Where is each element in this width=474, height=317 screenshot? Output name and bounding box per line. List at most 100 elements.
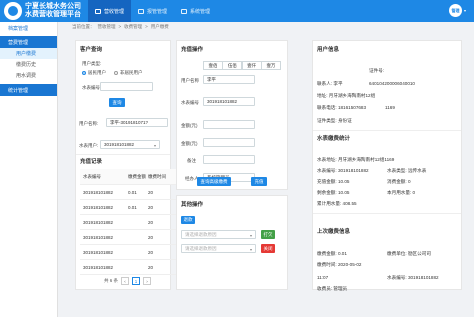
revenue-icon: [95, 8, 101, 14]
cell: 0.01: [128, 189, 137, 195]
amount-preset-button[interactable]: 壹仟: [241, 61, 262, 70]
radio-label: 非居民用户: [120, 70, 143, 75]
other-ops-title: 其他操作: [181, 202, 204, 208]
arrears-button[interactable]: 打欠: [261, 230, 275, 239]
prev-page-button[interactable]: ‹: [121, 277, 130, 285]
charge-meter-input[interactable]: 301918101882: [203, 97, 255, 106]
meter-type-row: 水表类型: 远传水表: [387, 168, 426, 174]
radio-resident[interactable]: 居民用户: [82, 70, 106, 76]
meter-no-input[interactable]: [100, 82, 153, 91]
info-value: 1169: [385, 105, 395, 110]
id-number-value: 640104200006040010: [369, 81, 415, 86]
charge-panel: 充值操作 壹佰 伍佰 壹仟 壹万 用户名称 李平 水表编号 3019181018…: [176, 40, 288, 190]
charge-button[interactable]: 充值: [251, 177, 267, 186]
cell: 20: [148, 189, 154, 195]
breadcrumb-item[interactable]: 营收管理: [98, 24, 116, 30]
info-key: 本月用水量:: [387, 190, 412, 195]
charge-name-input[interactable]: 李平: [203, 75, 255, 84]
radio-label: 居民用户: [88, 70, 106, 75]
sidebar-group-billing[interactable]: 营费管理: [0, 36, 57, 48]
sidebar-item-label: 用水调费: [16, 73, 37, 79]
info-value: 勘区公司司: [407, 251, 431, 256]
next-page-button[interactable]: ›: [143, 277, 152, 285]
nav-system-label: 系统管理: [190, 8, 211, 15]
chevron-down-icon: ▾: [153, 143, 156, 148]
close-button[interactable]: 关闭: [261, 244, 275, 253]
info-value: 18161507683: [337, 105, 367, 110]
cashier-row: 收费员: 管理员: [317, 286, 347, 292]
breadcrumb-current: 用户缴费: [150, 24, 169, 29]
sidebar-group-archives[interactable]: 档案管理: [0, 22, 57, 34]
phone-row: 联系电话: 18161507683: [317, 105, 366, 111]
info-key: 联系人:: [317, 81, 333, 86]
search-button[interactable]: 查询: [109, 98, 125, 107]
cell: 20: [148, 249, 154, 255]
meter-user-select[interactable]: 301918101882 ▾: [100, 140, 160, 149]
sidebar-group-label: 统计管理: [8, 87, 29, 94]
amount-label: 金额(元): [181, 123, 198, 128]
amount-preset-button[interactable]: 壹万: [260, 61, 281, 70]
breadcrumb-item[interactable]: 收费管理: [124, 24, 142, 30]
cell: 20: [148, 204, 154, 210]
brand-line-2: 水费营收管理平台: [25, 11, 81, 18]
amount-preset-button[interactable]: 伍佰: [222, 61, 243, 70]
last-amount-row: 缴费金额: 0.01: [317, 251, 347, 257]
nav-revenue[interactable]: 营收管理: [88, 0, 132, 22]
refund-tag-button[interactable]: 退款: [181, 216, 195, 224]
info-value: 月牙湖乡海陶南村12组1169: [337, 157, 395, 162]
table-row: 301918101882 0.01 20: [80, 185, 178, 200]
sidebar-group-stats[interactable]: 统计管理: [0, 84, 57, 96]
address-row: 地址: 月牙湖乡海陶南村12组: [317, 93, 375, 99]
close-reason-select[interactable]: 请选择退款原因 ▾: [181, 244, 256, 253]
query-panel: 客户查询 用户类型: 居民用户 非居民用户 水表编号: 查询 用户名称: 李平-…: [75, 40, 178, 290]
sidebar-item-payment-history[interactable]: 缴费历史: [0, 59, 57, 70]
info-key: 联系电话:: [317, 105, 337, 110]
radio-dot: [114, 71, 118, 75]
nav-reports[interactable]: 报管管理: [131, 0, 174, 22]
advanced-charge-button[interactable]: 查询高级缴费: [197, 177, 231, 186]
info-key: 累计用水量:: [317, 201, 342, 206]
divider: [76, 154, 170, 155]
close-reason-placeholder: 请选择退款原因: [185, 245, 217, 251]
chevron-down-icon: ▾: [463, 8, 466, 13]
info-value: 李平: [333, 81, 343, 86]
amount-preset-button[interactable]: 壹佰: [203, 61, 223, 70]
info-panel: 用户信息 证件号: 联系人: 李平 640104200006040010 地址:…: [312, 40, 462, 292]
breadcrumb-prefix: 当前位置：: [72, 24, 95, 29]
total-usage-row: 累计用水量: 408.55: [317, 201, 357, 207]
last-time-row: 缴费时间: 2020-05-02: [317, 262, 361, 268]
user-name-select[interactable]: 李平-3019181071?: [106, 118, 168, 127]
col-header: 水表编号: [83, 173, 101, 179]
other-ops-panel: 其他操作 退款 请选择退款原因 ▾ 打欠 请选择退款原因 ▾ 关闭: [176, 195, 288, 290]
info-value: 301918101882: [337, 168, 369, 173]
refund-reason-select[interactable]: 请选择退款原因 ▾: [181, 230, 256, 239]
info-key: 地址:: [317, 93, 328, 98]
meter-stats-title: 水表缴费统计: [317, 136, 351, 142]
nav-system[interactable]: 系统管理: [174, 0, 217, 22]
amount-input[interactable]: [203, 120, 255, 129]
remark-input[interactable]: [203, 155, 255, 164]
last-payment-title: 上次缴费信息: [317, 229, 351, 235]
info-key: 消费金额:: [387, 179, 407, 184]
cell: 301918101882: [83, 264, 114, 270]
brand-title: 宁夏长城水务公司 水费营收管理平台: [25, 3, 81, 19]
info-key: 水表编号:: [387, 275, 407, 280]
remaining-row: 剩余金额: 10.05: [317, 190, 349, 196]
breadcrumb-sep: >: [145, 24, 148, 29]
sidebar-item-water-adjust[interactable]: 用水调费: [0, 70, 57, 81]
info-value: 远传水表: [407, 168, 427, 173]
pagination: 共 6 条 ‹ 1 ›: [104, 277, 152, 285]
info-key: 缴费金额:: [317, 251, 337, 256]
sidebar-item-user-payment[interactable]: 用户缴费: [0, 48, 57, 59]
remark-label: 备注: [187, 158, 196, 163]
last-time-clock: 11:07: [317, 275, 329, 280]
page-button[interactable]: 1: [132, 277, 141, 285]
info-value: 0: [412, 190, 416, 195]
radio-non-resident[interactable]: 非居民用户: [114, 70, 143, 76]
info-value: 0: [407, 179, 411, 184]
amount2-input[interactable]: [203, 138, 255, 147]
user-name-value: 李平-3019181071?: [110, 119, 149, 125]
user-menu[interactable]: 管理 ▾: [448, 4, 466, 17]
info-key: 剩余金额:: [317, 190, 337, 195]
breadcrumb: 当前位置： 营收管理 > 收费管理 > 用户缴费: [72, 24, 169, 30]
